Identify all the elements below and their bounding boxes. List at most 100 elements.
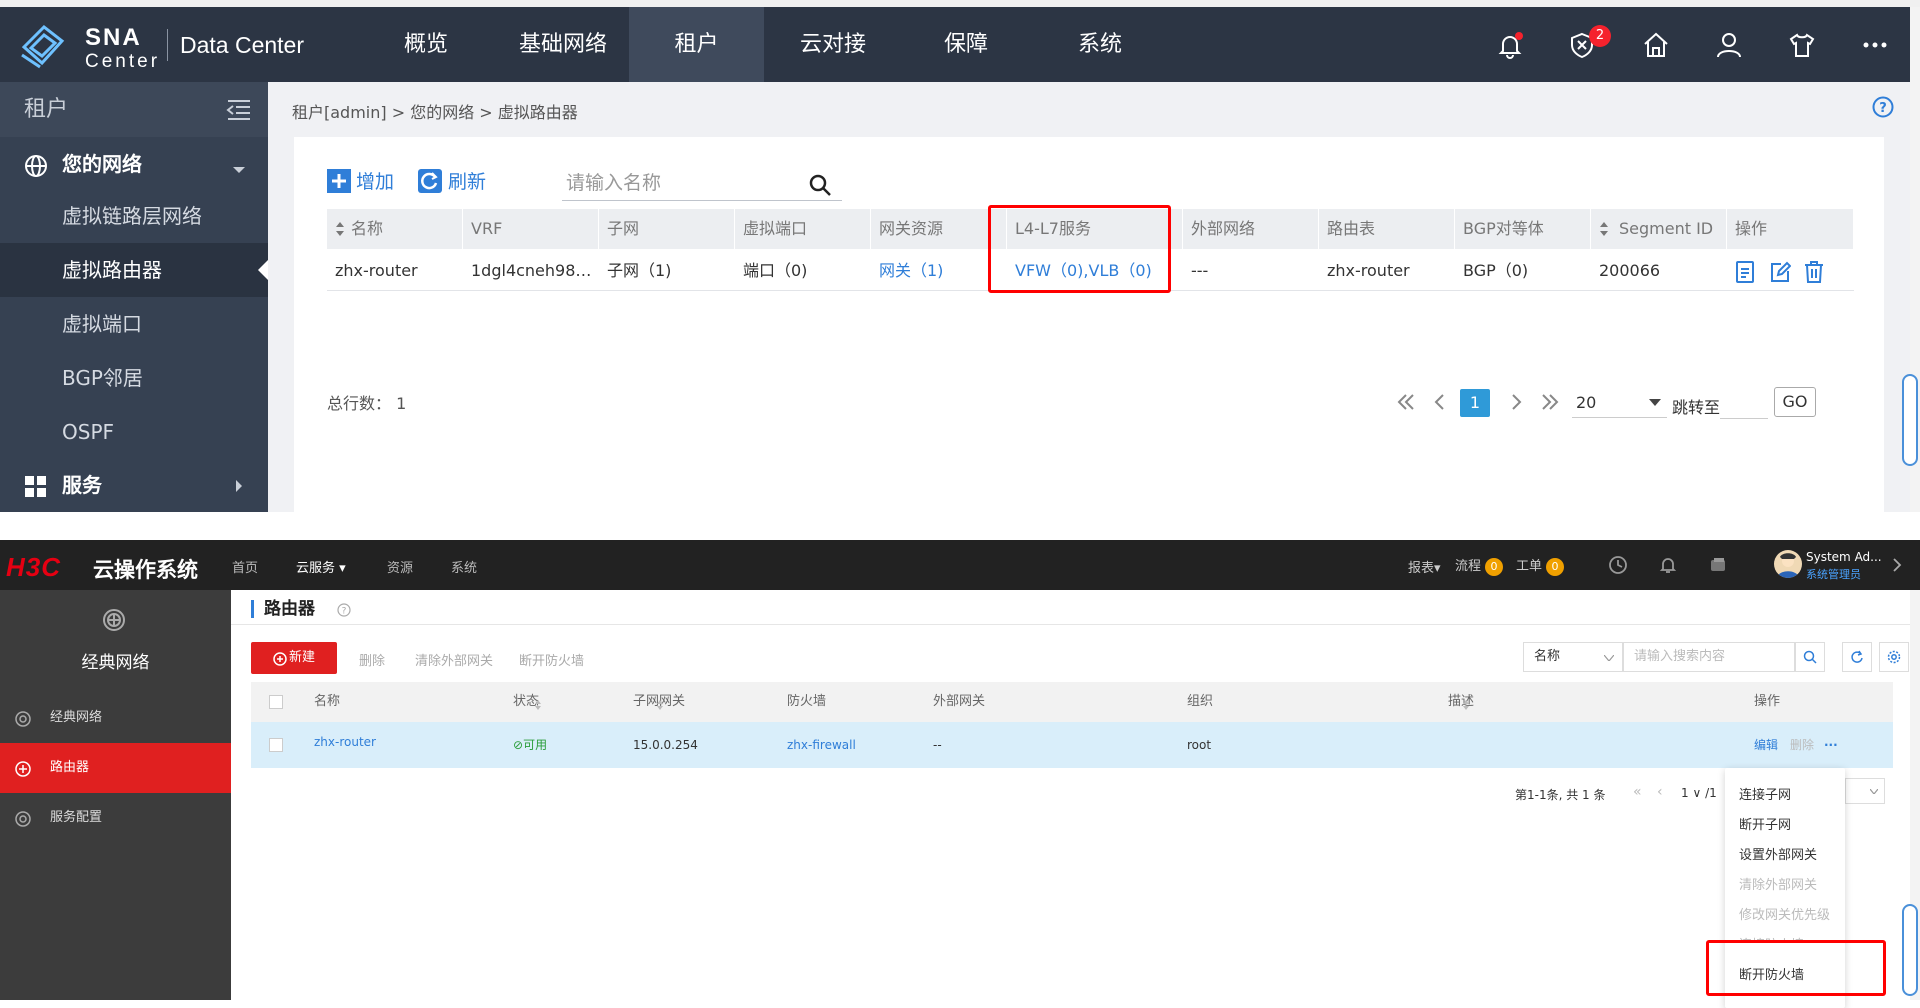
sidebar-item-classic-network[interactable]: 经典网络 [0,693,231,743]
menu-disconnect-subnet[interactable]: 断开子网 [1739,814,1791,833]
sort-icon[interactable] [1599,221,1609,241]
collapse-menu-icon[interactable] [226,98,252,126]
col-header-segment[interactable]: Segment ID [1591,209,1727,249]
edit-icon[interactable] [1769,261,1792,287]
jump-page-input[interactable] [1720,389,1768,419]
delete-button[interactable]: 删除 [359,650,385,669]
col-header-firewall: 防火墙 [787,694,827,709]
new-button-label: 新建 [289,650,316,665]
search-input[interactable]: 请输入名称 [562,167,842,201]
sort-icon[interactable] [656,696,664,715]
current-page[interactable]: 1 [1460,389,1490,417]
search-icon [1803,650,1817,664]
search-icon[interactable] [808,173,832,201]
help-icon[interactable]: ? [337,602,351,621]
sort-icon[interactable] [1462,696,1470,715]
nav-system[interactable]: 系统 [1060,7,1140,82]
row-checkbox[interactable] [269,738,283,752]
nav-resource[interactable]: 资源 [387,557,413,576]
cell-subnet: 子网（1) [599,251,735,291]
sidebar-item-vrouter[interactable]: 虚拟路由器 [0,243,268,297]
avatar[interactable] [1774,550,1802,578]
nav-cloud-service[interactable]: 云服务 ▾ [296,557,346,576]
col-header-name[interactable]: 名称 [314,682,340,722]
cart-icon[interactable] [1708,555,1728,579]
sidebar-item-service-config[interactable]: 服务配置 [0,793,231,843]
search-button[interactable] [1795,642,1825,672]
refresh-button[interactable]: 刷新 [448,167,486,197]
logo-title: SNA [85,24,142,51]
nav-basic-network[interactable]: 基础网络 [503,7,623,82]
nav-assurance[interactable]: 保障 [926,7,1006,82]
delete-link[interactable]: 删除 [1790,722,1814,768]
add-button[interactable]: 增加 [356,167,394,197]
new-button[interactable]: 新建 [251,642,337,674]
more-actions-button[interactable]: ··· [1824,722,1838,768]
nav-overview[interactable]: 概览 [386,7,466,82]
next-page-button[interactable] [1502,387,1530,417]
col-header-name[interactable]: 名称 [327,209,463,249]
last-page-button[interactable] [1536,387,1564,417]
page-size-select[interactable] [1845,778,1885,804]
scrollbar-handle[interactable] [1902,904,1918,996]
menu-clear-ext-gateway: 清除外部网关 [1739,878,1818,893]
help-icon[interactable]: ? [1872,96,1894,122]
page-number-select[interactable]: 1 ∨ /1 [1681,786,1717,800]
sort-icon[interactable] [335,221,345,241]
select-all-checkbox[interactable] [269,695,283,709]
sidebar-item-router[interactable]: 路由器 [0,743,231,793]
settings-button[interactable] [1879,642,1909,672]
go-button[interactable]: GO [1774,387,1816,417]
skin-icon[interactable] [1788,31,1816,59]
user-icon[interactable] [1715,31,1743,59]
bell-icon[interactable] [1658,555,1678,579]
nav-tenant[interactable]: 租户 [629,7,764,82]
detail-icon[interactable] [1735,261,1755,287]
nav-system[interactable]: 系统 [451,557,477,576]
globe-icon [24,154,48,182]
delete-icon[interactable] [1803,261,1825,287]
sort-icon[interactable] [534,696,542,715]
ticket-menu[interactable]: 工单 0 [1516,555,1565,576]
cell-gateway-link[interactable]: 网关（1) [871,251,1007,291]
page-size-select[interactable]: 20 [1572,388,1667,418]
nav-cloud-connect[interactable]: 云对接 [783,7,883,82]
network-icon [102,608,126,636]
first-page-icon[interactable]: « [1633,784,1642,800]
sidebar-item-ospf[interactable]: OSPF [0,405,268,459]
table-row[interactable]: zhx-router ⊘可用 15.0.0.254 zhx-firewall -… [251,722,1893,768]
chevron-right-icon[interactable] [1892,557,1902,577]
col-header-vrf: VRF [463,209,599,249]
cell-firewall-link[interactable]: zhx-firewall [787,722,856,768]
flow-menu[interactable]: 流程 0 [1455,555,1504,576]
nav-home[interactable]: 首页 [232,557,258,576]
ticket-count-badge: 0 [1546,558,1565,576]
sidebar-item-bgp[interactable]: BGP邻居 [0,351,268,405]
clock-icon[interactable] [1608,555,1628,579]
menu-set-ext-gateway[interactable]: 设置外部网关 [1739,844,1817,863]
col-header-org[interactable]: 组织 [1187,682,1213,722]
scrollbar-handle[interactable] [1902,374,1918,466]
report-menu[interactable]: 报表▾ [1408,557,1441,576]
disconnect-firewall-button[interactable]: 断开防火墙 [519,650,584,669]
sidebar-item-vport[interactable]: 虚拟端口 [0,297,268,351]
search-input[interactable]: 请输入搜索内容 [1623,642,1795,672]
cell-name-link[interactable]: zhx-router [314,719,376,765]
search-field-value: 名称 [1534,649,1561,664]
h3c-title: 云操作系统 [93,558,198,582]
col-header-actions: 操作 [1754,694,1781,709]
search-field-select[interactable]: 名称 [1523,642,1623,672]
notification-dot [1515,32,1523,40]
more-icon[interactable] [1861,31,1889,59]
refresh-button[interactable] [1842,642,1872,672]
first-page-button[interactable] [1392,387,1420,417]
home-icon[interactable] [1642,31,1670,59]
user-name[interactable]: System Ad... [1806,550,1882,564]
clear-gateway-button[interactable]: 清除外部网关 [415,650,493,669]
menu-connect-subnet[interactable]: 连接子网 [1739,784,1791,803]
prev-page-button[interactable] [1426,387,1454,417]
sidebar-item-vlink[interactable]: 虚拟链路层网络 [0,189,268,243]
app-name: Data Center [180,32,305,58]
edit-link[interactable]: 编辑 [1754,722,1778,768]
prev-page-icon[interactable]: ‹ [1657,784,1663,800]
